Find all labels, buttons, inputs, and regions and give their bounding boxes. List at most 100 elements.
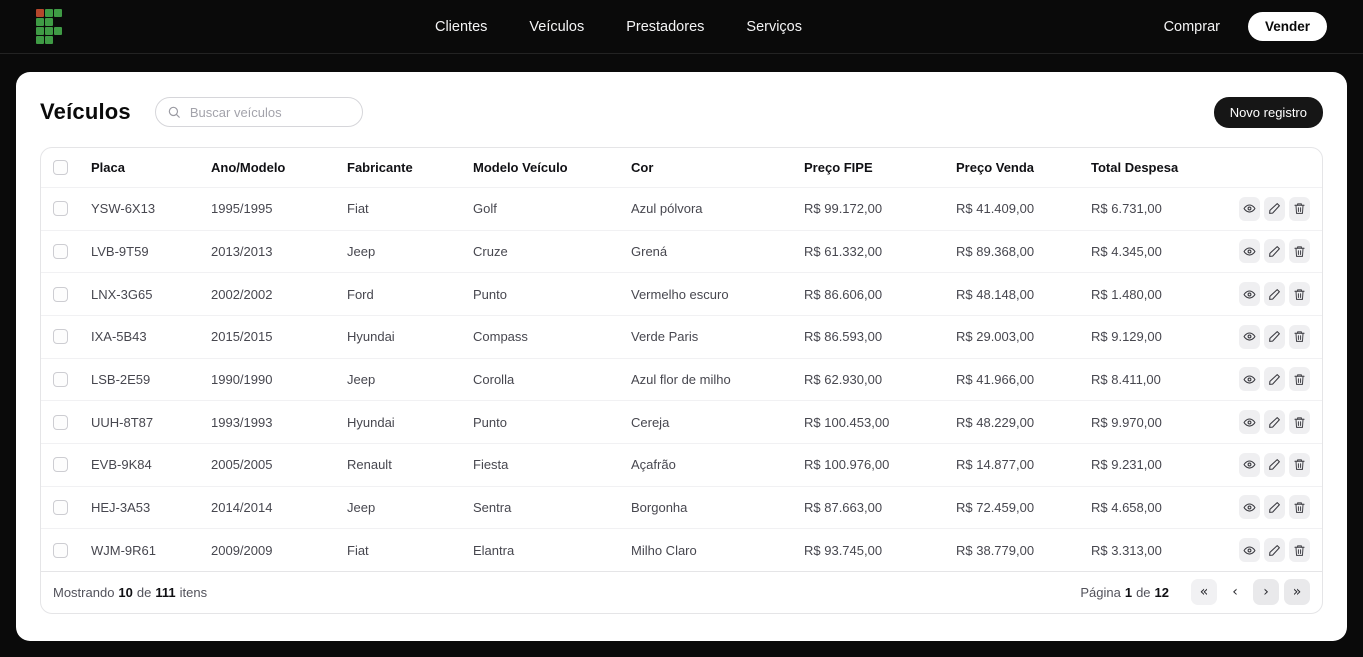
row-checkbox[interactable] — [53, 499, 68, 515]
cell-preco-venda: R$ 38.779,00 — [956, 542, 1035, 558]
edit-button[interactable] — [1264, 196, 1285, 221]
table-row: EVB-9K84 2005/2005 Renault Fiesta Açafrã… — [41, 442, 1322, 486]
prev-page-button[interactable]: ‹ — [1222, 579, 1248, 605]
row-checkbox[interactable] — [53, 286, 68, 302]
row-checkbox[interactable] — [53, 542, 68, 558]
cell-modelo-veiculo: Punto — [473, 286, 507, 302]
page-label: Página — [1080, 584, 1121, 600]
cell-modelo-veiculo: Elantra — [473, 542, 515, 558]
cell-total-despesa: R$ 1.480,00 — [1091, 286, 1162, 302]
edit-button[interactable] — [1264, 410, 1285, 435]
eye-icon — [1243, 546, 1256, 555]
row-checkbox[interactable] — [53, 371, 68, 387]
delete-button[interactable] — [1289, 410, 1310, 435]
cell-preco-venda: R$ 48.229,00 — [956, 414, 1035, 430]
eye-icon — [1243, 418, 1256, 427]
cell-cor: Milho Claro — [631, 542, 697, 558]
row-checkbox[interactable] — [53, 243, 68, 259]
eye-icon — [1243, 332, 1256, 341]
first-page-button[interactable]: « — [1191, 579, 1217, 606]
cell-preco-fipe: R$ 100.976,00 — [804, 457, 890, 473]
content-card: Veículos Novo registro Placa Ano/Modelo … — [16, 72, 1347, 641]
table-row: IXA-5B43 2015/2015 Hyundai Compass Verde… — [41, 314, 1322, 358]
delete-button[interactable] — [1289, 452, 1310, 477]
edit-button[interactable] — [1264, 538, 1285, 563]
view-button[interactable] — [1239, 196, 1260, 221]
cell-fabricante: Fiat — [347, 542, 369, 558]
cell-modelo-veiculo: Punto — [473, 414, 507, 430]
select-all-checkbox[interactable] — [53, 160, 68, 175]
table-body: YSW-6X13 1995/1995 Fiat Golf Azul pólvor… — [41, 187, 1322, 571]
table-row: WJM-9R61 2009/2009 Fiat Elantra Milho Cl… — [41, 528, 1322, 571]
edit-button[interactable] — [1264, 239, 1285, 264]
cell-ano-modelo: 2013/2013 — [211, 243, 273, 259]
col-modelo-veiculo: Modelo Veículo — [473, 160, 568, 175]
next-page-button[interactable]: › — [1253, 579, 1279, 606]
pencil-icon — [1269, 246, 1280, 257]
page-indicator: Página 1 de 12 — [1080, 585, 1169, 600]
last-page-button[interactable]: » — [1284, 579, 1310, 606]
vehicles-table: Placa Ano/Modelo Fabricante Modelo Veícu… — [40, 147, 1323, 614]
view-button[interactable] — [1239, 538, 1260, 563]
view-button[interactable] — [1239, 452, 1260, 477]
row-checkbox[interactable] — [53, 201, 68, 217]
delete-button[interactable] — [1289, 367, 1310, 392]
col-preco-fipe: Preço FIPE — [804, 160, 873, 175]
delete-button[interactable] — [1289, 282, 1310, 307]
delete-button[interactable] — [1289, 538, 1310, 563]
eye-icon — [1243, 204, 1256, 213]
row-checkbox[interactable] — [53, 329, 68, 345]
row-actions — [1239, 282, 1322, 307]
edit-button[interactable] — [1264, 282, 1285, 307]
edit-button[interactable] — [1264, 367, 1285, 392]
cell-total-despesa: R$ 3.313,00 — [1091, 542, 1162, 558]
view-button[interactable] — [1239, 367, 1260, 392]
trash-icon — [1294, 544, 1305, 556]
nav-item-servicos[interactable]: Serviços — [746, 19, 802, 35]
view-button[interactable] — [1239, 239, 1260, 264]
col-total-despesa: Total Despesa — [1091, 160, 1179, 175]
cell-placa: IXA-5B43 — [91, 329, 147, 345]
edit-button[interactable] — [1264, 324, 1285, 349]
cell-ano-modelo: 2015/2015 — [211, 329, 273, 345]
row-checkbox[interactable] — [53, 414, 68, 430]
comprar-link[interactable]: Comprar — [1164, 19, 1220, 35]
eye-icon — [1243, 375, 1256, 384]
vender-button[interactable]: Vender — [1247, 12, 1327, 41]
trash-icon — [1294, 289, 1305, 300]
search-input[interactable] — [154, 97, 363, 127]
row-actions — [1239, 452, 1322, 477]
view-button[interactable] — [1239, 410, 1260, 435]
pencil-icon — [1269, 374, 1280, 385]
page-total: 12 — [1154, 584, 1169, 600]
delete-button[interactable] — [1289, 495, 1310, 520]
new-record-button[interactable]: Novo registro — [1213, 96, 1323, 128]
cell-preco-fipe: R$ 99.172,00 — [804, 201, 883, 217]
delete-button[interactable] — [1289, 239, 1310, 264]
nav-item-clientes[interactable]: Clientes — [435, 19, 487, 35]
view-button[interactable] — [1239, 282, 1260, 307]
row-actions — [1239, 324, 1322, 349]
cell-fabricante: Jeep — [347, 243, 376, 259]
delete-button[interactable] — [1289, 324, 1310, 349]
cell-total-despesa: R$ 9.129,00 — [1091, 329, 1162, 345]
cell-cor: Azul pólvora — [631, 201, 703, 217]
cell-fabricante: Fiat — [347, 201, 369, 217]
nav-item-prestadores[interactable]: Prestadores — [626, 19, 704, 35]
edit-button[interactable] — [1264, 452, 1285, 477]
table-footer: Mostrando 10 de 111 itens Página 1 de 12… — [41, 570, 1322, 613]
cell-preco-fipe: R$ 93.745,00 — [804, 542, 883, 558]
row-checkbox[interactable] — [53, 457, 68, 473]
nav-item-veiculos[interactable]: Veículos — [529, 19, 584, 35]
view-button[interactable] — [1239, 324, 1260, 349]
cell-total-despesa: R$ 6.731,00 — [1091, 201, 1162, 217]
table-row: YSW-6X13 1995/1995 Fiat Golf Azul pólvor… — [41, 187, 1322, 230]
cell-fabricante: Jeep — [347, 499, 376, 515]
delete-button[interactable] — [1289, 196, 1310, 221]
of-label: de — [136, 584, 152, 600]
results-summary: Mostrando 10 de 111 itens — [53, 585, 207, 600]
page-current: 1 — [1124, 584, 1133, 600]
app-logo-icon[interactable] — [36, 9, 62, 44]
edit-button[interactable] — [1264, 495, 1285, 520]
view-button[interactable] — [1239, 495, 1260, 520]
